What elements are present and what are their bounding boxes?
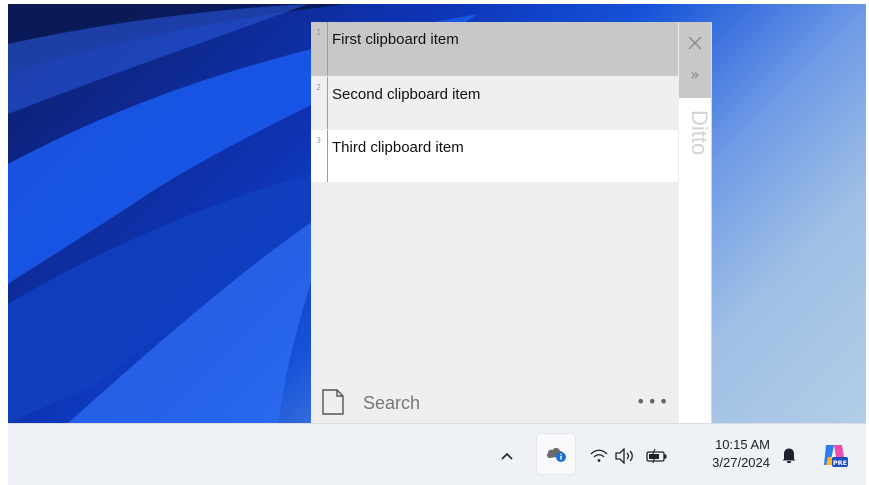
more-options-button[interactable]: ••• [636, 392, 670, 411]
item-text: Second clipboard item [332, 86, 481, 103]
show-hidden-icons-button[interactable] [500, 446, 514, 465]
battery-icon[interactable] [646, 448, 668, 468]
chevron-up-icon [501, 452, 513, 460]
notifications-button[interactable] [781, 446, 797, 468]
side-panel-header: » [679, 22, 711, 98]
clipboard-list: 1 First clipboard item 2 Second clipboar… [311, 22, 678, 183]
side-panel-body: Ditto [679, 98, 712, 424]
copilot-badge: PRE [833, 459, 847, 467]
search-input[interactable] [363, 392, 623, 414]
copilot-icon: PRE [824, 445, 848, 467]
volume-icon[interactable] [614, 447, 636, 468]
onedrive-cloud-icon [546, 447, 566, 462]
expand-button[interactable]: » [684, 66, 706, 84]
item-text: First clipboard item [332, 31, 459, 48]
clock-time: 10:15 AM [715, 437, 770, 452]
item-number: 2 [316, 83, 322, 92]
onedrive-tray-button[interactable] [536, 433, 576, 475]
ditto-app-label: Ditto [687, 110, 712, 156]
item-text: Third clipboard item [332, 139, 464, 156]
close-button[interactable] [686, 34, 704, 52]
item-number: 1 [316, 28, 322, 37]
wifi-icon[interactable] [590, 448, 608, 467]
taskbar: 10:15 AM 3/27/2024 PRE [8, 423, 866, 485]
note-icon[interactable] [321, 388, 345, 416]
ditto-side-panel: » Ditto [679, 22, 712, 424]
clipboard-item-3[interactable]: 3 Third clipboard item [311, 130, 678, 183]
search-bar: ••• [311, 382, 678, 424]
clock[interactable]: 10:15 AM 3/27/2024 [688, 436, 770, 472]
copilot-button[interactable]: PRE [820, 441, 848, 473]
clipboard-item-2[interactable]: 2 Second clipboard item [311, 77, 678, 130]
item-number: 3 [316, 136, 322, 145]
ditto-window: 1 First clipboard item 2 Second clipboar… [311, 22, 712, 424]
close-icon [688, 36, 702, 50]
bell-icon [782, 448, 796, 463]
desktop: 1 First clipboard item 2 Second clipboar… [8, 4, 866, 485]
item-divider [327, 130, 328, 182]
item-divider [327, 77, 328, 129]
clock-date: 3/27/2024 [712, 455, 770, 470]
clipboard-item-1[interactable]: 1 First clipboard item [311, 22, 678, 77]
item-divider [327, 22, 328, 76]
